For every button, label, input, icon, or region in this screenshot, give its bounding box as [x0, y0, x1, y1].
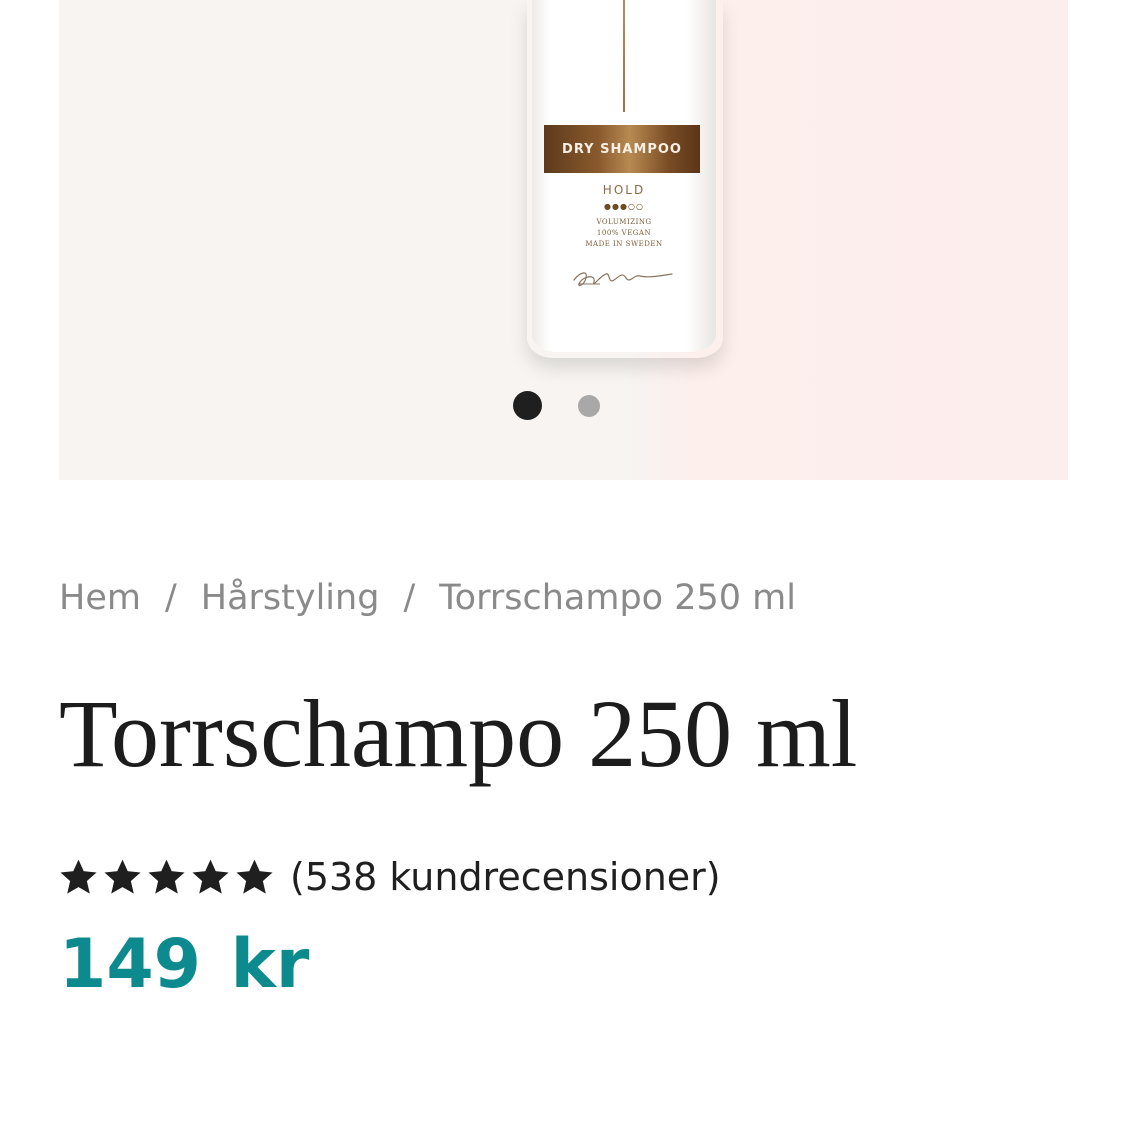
breadcrumb-separator: / [164, 578, 177, 618]
star-icon [148, 859, 185, 894]
bottle-label-band: DRY SHAMPOO [544, 125, 700, 173]
review-count-link[interactable]: (538 kundrecensioner) [290, 855, 721, 899]
star-icon [104, 859, 141, 894]
product-image-gallery[interactable]: DRY SHAMPOO HOLD ●●●○○ VOLUMIZING 100% V… [59, 0, 1068, 480]
breadcrumb-category-link[interactable]: Hårstyling [201, 578, 380, 618]
bottle-decorative-line [623, 0, 625, 112]
product-rating[interactable]: (538 kundrecensioner) [59, 851, 721, 903]
breadcrumb-separator: / [403, 578, 416, 618]
rating-stars [59, 858, 279, 897]
bottle-hold-label: HOLD [602, 183, 646, 197]
breadcrumb: Hem / Hårstyling / Torrschampo 250 ml [59, 574, 796, 622]
bottle-text-line: MADE IN SWEDEN [585, 240, 663, 248]
carousel-dot-1[interactable] [513, 391, 542, 420]
bottle-signature [573, 272, 673, 287]
carousel-dot-2[interactable] [578, 395, 600, 417]
bottle-hold-dots: ●●●○○ [604, 202, 644, 211]
product-image-bottle: DRY SHAMPOO HOLD ●●●○○ VOLUMIZING 100% V… [532, 0, 716, 352]
star-icon [192, 859, 229, 894]
product-title: Torrschampo 250 ml [59, 680, 858, 787]
breadcrumb-home-link[interactable]: Hem [59, 578, 141, 618]
carousel-indicators [59, 391, 1068, 421]
bottle-text-line: 100% VEGAN [596, 229, 652, 237]
bottle-text-line: VOLUMIZING [596, 218, 652, 226]
star-icon [236, 859, 273, 894]
breadcrumb-current: Torrschampo 250 ml [439, 578, 796, 618]
product-price: 149 kr [59, 925, 310, 1004]
star-icon [60, 859, 97, 894]
